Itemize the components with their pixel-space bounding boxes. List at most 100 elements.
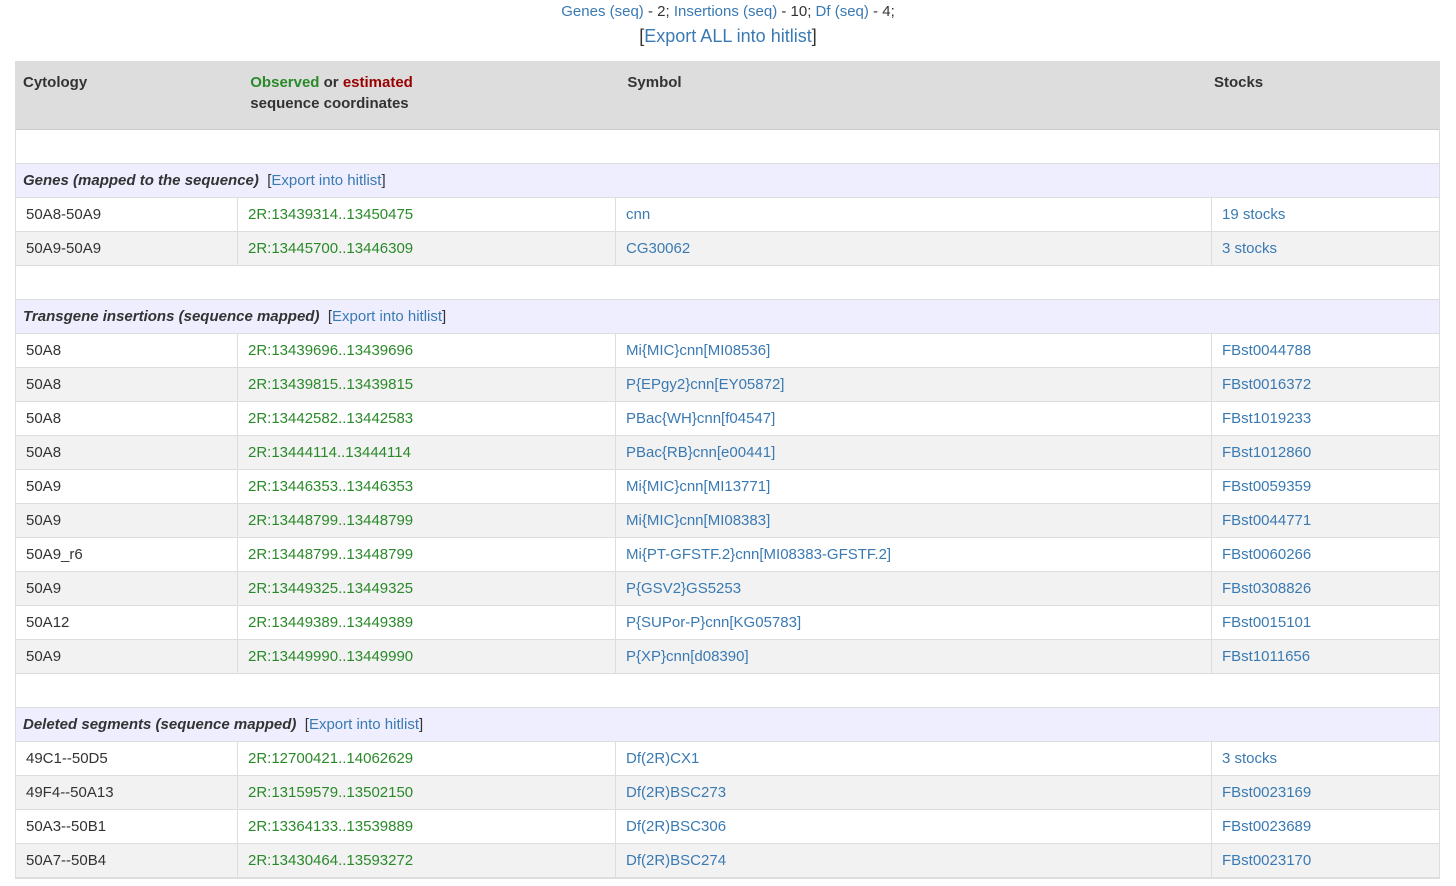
stocks-link[interactable]: FBst1019233: [1222, 410, 1311, 427]
stocks-link[interactable]: FBst1012860: [1222, 444, 1311, 461]
symbol-link[interactable]: cnn: [626, 206, 650, 223]
table-header: Cytology Observed or estimated sequence …: [16, 62, 1439, 130]
cytology-cell: 49C1--50D5: [16, 742, 238, 775]
cytology-cell: 50A9: [16, 572, 238, 605]
coordinates-cell: 2R:13445700..13446309: [238, 232, 616, 265]
stocks-link[interactable]: FBst0044771: [1222, 512, 1311, 529]
symbol-cell: Df(2R)CX1: [616, 742, 1212, 775]
symbol-link[interactable]: P{SUPor-P}cnn[KG05783]: [626, 614, 801, 631]
symbol-cell: Df(2R)BSC306: [616, 810, 1212, 843]
symbol-cell: Df(2R)BSC274: [616, 844, 1212, 877]
stocks-cell: FBst0044771: [1212, 504, 1439, 537]
spacer-row: [16, 674, 1439, 708]
stocks-link[interactable]: 19 stocks: [1222, 206, 1285, 223]
symbol-cell: Mi{MIC}cnn[MI08383]: [616, 504, 1212, 537]
cytology-cell: 50A12: [16, 606, 238, 639]
insertions-seq-link[interactable]: Insertions (seq): [674, 3, 777, 20]
bracket-close: ]: [442, 308, 447, 325]
section-header: Genes (mapped to the sequence) [Export i…: [16, 164, 1439, 198]
stocks-cell: FBst0016372: [1212, 368, 1439, 401]
header-seq-coords: sequence coordinates: [250, 95, 409, 112]
stocks-link[interactable]: FBst0016372: [1222, 376, 1311, 393]
table-row: 50A9-50A9 2R:13445700..13446309 CG30062 3 s…: [16, 232, 1439, 266]
symbol-link[interactable]: PBac{RB}cnn[e00441]: [626, 444, 775, 461]
coordinates-cell: 2R:13444114..13444114: [238, 436, 616, 469]
stocks-cell: FBst0023170: [1212, 844, 1439, 877]
genes-seq-link[interactable]: Genes (seq): [561, 3, 644, 20]
symbol-link[interactable]: P{XP}cnn[d08390]: [626, 648, 749, 665]
symbol-cell: Mi{MIC}cnn[MI13771]: [616, 470, 1212, 503]
coordinates-cell: 2R:13442582..13442583: [238, 402, 616, 435]
coordinates-cell: 2R:13449389..13449389: [238, 606, 616, 639]
coordinates-cell: 2R:13446353..13446353: [238, 470, 616, 503]
stocks-cell: FBst1011656: [1212, 640, 1439, 673]
symbol-link[interactable]: Mi{MIC}cnn[MI08383]: [626, 512, 770, 529]
table-row: 49F4--50A13 2R:13159579..13502150 Df(2R)BS…: [16, 776, 1439, 810]
bracket-close: ]: [381, 172, 386, 189]
stocks-link[interactable]: 3 stocks: [1222, 750, 1277, 767]
cytology-cell: 50A8-50A9: [16, 198, 238, 231]
bracket-close: ]: [811, 26, 817, 46]
symbol-link[interactable]: P{EPgy2}cnn[EY05872]: [626, 376, 784, 393]
table-body: Genes (mapped to the sequence) [Export i…: [16, 130, 1439, 878]
result-summary: Genes (seq) - 2; Insertions (seq) - 10; …: [0, 0, 1456, 24]
symbol-link[interactable]: Df(2R)CX1: [626, 750, 699, 767]
table-row: 50A9 2R:13449325..13449325 P{GSV2}GS5253 FB…: [16, 572, 1439, 606]
stocks-cell: FBst0015101: [1212, 606, 1439, 639]
symbol-cell: Mi{PT-GFSTF.2}cnn[MI08383-GFSTF.2]: [616, 538, 1212, 571]
coordinates-cell: 2R:13449325..13449325: [238, 572, 616, 605]
stocks-cell: 19 stocks: [1212, 198, 1439, 231]
coordinates-cell: 2R:13159579..13502150: [238, 776, 616, 809]
symbol-link[interactable]: Mi{PT-GFSTF.2}cnn[MI08383-GFSTF.2]: [626, 546, 891, 563]
symbol-cell: PBac{RB}cnn[e00441]: [616, 436, 1212, 469]
header-cytology: Cytology: [23, 74, 88, 91]
stocks-link[interactable]: FBst0023689: [1222, 818, 1311, 835]
df-seq-link[interactable]: Df (seq): [816, 3, 869, 20]
header-coordinates: Observed or estimated sequence coordinat…: [243, 62, 620, 129]
table-row: 50A9 2R:13448799..13448799 Mi{MIC}cnn[MI08…: [16, 504, 1439, 538]
stocks-link[interactable]: FBst0044788: [1222, 342, 1311, 359]
table-row: 50A3--50B1 2R:13364133..13539889 Df(2R)BSC…: [16, 810, 1439, 844]
table-row: 49C1--50D5 2R:12700421..14062629 Df(2R)CX1…: [16, 742, 1439, 776]
coordinates-cell: 2R:13430464..13593272: [238, 844, 616, 877]
symbol-link[interactable]: Df(2R)BSC273: [626, 784, 726, 801]
symbol-link[interactable]: Df(2R)BSC274: [626, 852, 726, 869]
symbol-link[interactable]: Mi{MIC}cnn[MI08536]: [626, 342, 770, 359]
coordinates-cell: 2R:13364133..13539889: [238, 810, 616, 843]
export-all-link[interactable]: Export ALL into hitlist: [644, 26, 811, 46]
symbol-link[interactable]: CG30062: [626, 240, 690, 257]
symbol-link[interactable]: Mi{MIC}cnn[MI13771]: [626, 478, 770, 495]
symbol-link[interactable]: P{GSV2}GS5253: [626, 580, 741, 597]
section-title: Genes (mapped to the sequence): [23, 172, 259, 189]
spacer-row: [16, 130, 1439, 164]
cytology-cell: 50A9: [16, 504, 238, 537]
results-table: Cytology Observed or estimated sequence …: [15, 61, 1440, 879]
stocks-link[interactable]: FBst0308826: [1222, 580, 1311, 597]
table-row: 50A8 2R:13444114..13444114 PBac{RB}cnn[e00…: [16, 436, 1439, 470]
export-all-container: [Export ALL into hitlist]: [0, 24, 1456, 48]
genes-count: - 2;: [643, 3, 674, 20]
header-symbol: Symbol: [627, 74, 682, 91]
symbol-cell: P{EPgy2}cnn[EY05872]: [616, 368, 1212, 401]
table-row: 50A9_r6 2R:13448799..13448799 Mi{PT-GFSTF.…: [16, 538, 1439, 572]
cytology-cell: 50A9: [16, 640, 238, 673]
stocks-link[interactable]: FBst0023170: [1222, 852, 1311, 869]
export-into-hitlist-link[interactable]: Export into hitlist: [271, 172, 381, 189]
export-into-hitlist-link[interactable]: Export into hitlist: [332, 308, 442, 325]
export-into-hitlist-link[interactable]: Export into hitlist: [309, 716, 419, 733]
stocks-link[interactable]: FBst0015101: [1222, 614, 1311, 631]
stocks-cell: FBst1012860: [1212, 436, 1439, 469]
header-stocks: Stocks: [1213, 74, 1264, 91]
stocks-link[interactable]: 3 stocks: [1222, 240, 1277, 257]
table-row: 50A8 2R:13439696..13439696 Mi{MIC}cnn[MI08…: [16, 334, 1439, 368]
symbol-cell: Mi{MIC}cnn[MI08536]: [616, 334, 1212, 367]
symbol-link[interactable]: Df(2R)BSC306: [626, 818, 726, 835]
header-or: or: [319, 74, 343, 91]
stocks-link[interactable]: FBst0060266: [1222, 546, 1311, 563]
coordinates-cell: 2R:13449990..13449990: [238, 640, 616, 673]
cytology-cell: 50A8: [16, 368, 238, 401]
stocks-link[interactable]: FBst0059359: [1222, 478, 1311, 495]
symbol-link[interactable]: PBac{WH}cnn[f04547]: [626, 410, 775, 427]
stocks-link[interactable]: FBst1011656: [1222, 648, 1310, 665]
stocks-link[interactable]: FBst0023169: [1222, 784, 1311, 801]
